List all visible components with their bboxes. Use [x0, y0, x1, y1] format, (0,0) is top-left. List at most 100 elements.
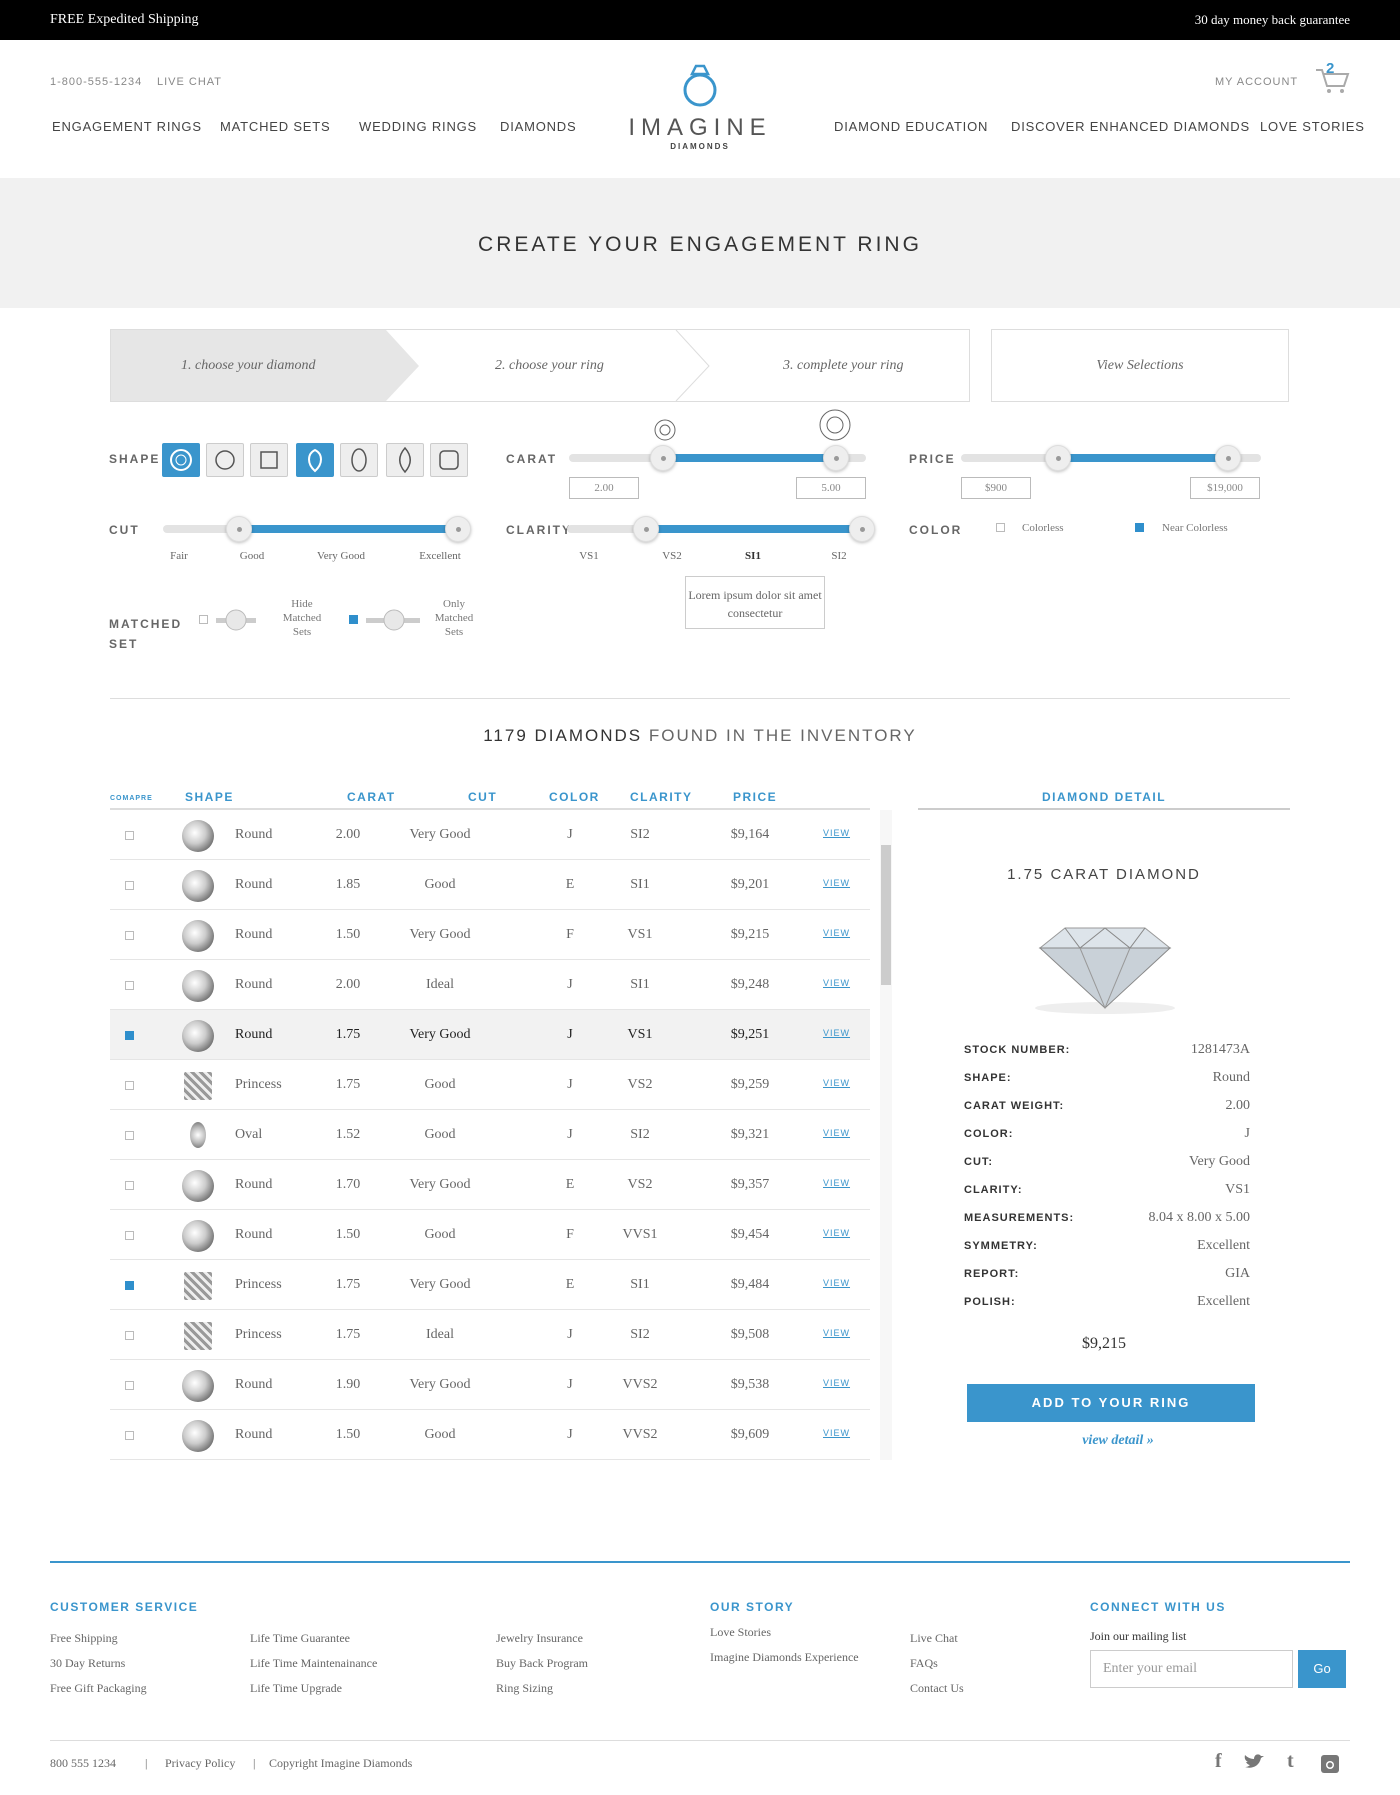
view-link[interactable]: VIEW — [823, 1128, 850, 1138]
carat-min-input[interactable]: 2.00 — [569, 477, 639, 499]
table-row[interactable]: Princess 1.75 Good J VS2 $9,259 VIEW — [110, 1060, 870, 1110]
color-header[interactable]: COLOR — [549, 790, 600, 804]
footer-link[interactable]: 30 Day Returns — [50, 1656, 125, 1671]
only-matched-checkbox[interactable] — [349, 615, 358, 624]
clarity-header[interactable]: CLARITY — [630, 790, 693, 804]
price-min-input[interactable]: $900 — [961, 477, 1031, 499]
nav-enhanced-diamonds[interactable]: DISCOVER ENHANCED DIAMONDS — [1011, 119, 1250, 134]
table-row[interactable]: Round 1.75 Very Good J VS1 $9,251 VIEW — [110, 1010, 870, 1060]
step-complete-ring[interactable]: 3. complete your ring — [783, 330, 904, 401]
carat-header[interactable]: CARAT — [347, 790, 396, 804]
view-link[interactable]: VIEW — [823, 1078, 850, 1088]
tumblr-icon[interactable]: t — [1287, 1750, 1294, 1773]
twitter-icon[interactable] — [1243, 1753, 1265, 1773]
colorless-checkbox[interactable] — [996, 523, 1005, 532]
shape-princess-button[interactable] — [250, 443, 288, 477]
footer-link[interactable]: Life Time Upgrade — [250, 1681, 342, 1696]
nav-wedding-rings[interactable]: WEDDING RINGS — [359, 119, 477, 134]
compare-checkbox[interactable] — [125, 1181, 134, 1190]
live-chat-link[interactable]: LIVE CHAT — [157, 76, 222, 88]
cut-min-handle[interactable] — [226, 516, 252, 542]
compare-checkbox[interactable] — [125, 981, 134, 990]
shape-header[interactable]: SHAPE — [185, 790, 234, 804]
footer-link[interactable]: Buy Back Program — [496, 1656, 588, 1671]
compare-checkbox[interactable] — [125, 1431, 134, 1440]
table-row[interactable]: Round 1.85 Good E SI1 $9,201 VIEW — [110, 860, 870, 910]
footer-link[interactable]: Jewelry Insurance — [496, 1631, 583, 1646]
compare-checkbox[interactable] — [125, 831, 134, 840]
add-to-ring-button[interactable]: ADD TO YOUR RING — [967, 1384, 1255, 1422]
view-link[interactable]: VIEW — [823, 878, 850, 888]
footer-link[interactable]: Contact Us — [910, 1681, 964, 1696]
shape-asscher-button[interactable] — [430, 443, 468, 477]
footer-link[interactable]: Ring Sizing — [496, 1681, 553, 1696]
price-max-input[interactable]: $19,000 — [1190, 477, 1260, 499]
footer-link[interactable]: Life Time Guarantee — [250, 1631, 350, 1646]
nav-matched-sets[interactable]: MATCHED SETS — [220, 119, 330, 134]
table-row[interactable]: Round 1.50 Very Good F VS1 $9,215 VIEW — [110, 910, 870, 960]
nav-diamonds[interactable]: DIAMONDS — [500, 119, 576, 134]
table-row[interactable]: Round 1.70 Very Good E VS2 $9,357 VIEW — [110, 1160, 870, 1210]
compare-checkbox[interactable] — [125, 1381, 134, 1390]
table-scrollbar[interactable] — [880, 810, 892, 1460]
footer-link[interactable]: FAQs — [910, 1656, 938, 1671]
near-colorless-checkbox[interactable] — [1135, 523, 1144, 532]
ring-logo-icon[interactable] — [680, 62, 720, 108]
view-selections-button[interactable]: View Selections — [991, 329, 1289, 402]
carat-min-handle[interactable] — [650, 445, 676, 471]
carat-max-handle[interactable] — [823, 445, 849, 471]
footer-link[interactable]: Live Chat — [910, 1631, 958, 1646]
go-button[interactable]: Go — [1298, 1650, 1346, 1688]
view-detail-link[interactable]: view detail » — [918, 1433, 1318, 1449]
price-min-handle[interactable] — [1045, 445, 1071, 471]
compare-checkbox[interactable] — [125, 1331, 134, 1340]
step-choose-ring[interactable]: 2. choose your ring — [495, 330, 604, 401]
view-link[interactable]: VIEW — [823, 1178, 850, 1188]
compare-checkbox[interactable] — [125, 931, 134, 940]
shape-pear-button[interactable] — [296, 443, 334, 477]
carat-max-input[interactable]: 5.00 — [796, 477, 866, 499]
table-row[interactable]: Round 2.00 Ideal J SI1 $9,248 VIEW — [110, 960, 870, 1010]
table-row[interactable]: Oval 1.52 Good J SI2 $9,321 VIEW — [110, 1110, 870, 1160]
clarity-max-handle[interactable] — [849, 516, 875, 542]
email-input[interactable]: Enter your email — [1090, 1650, 1293, 1688]
view-link[interactable]: VIEW — [823, 1228, 850, 1238]
cut-header[interactable]: CUT — [468, 790, 497, 804]
view-link[interactable]: VIEW — [823, 1378, 850, 1388]
shape-cushion-button[interactable] — [206, 443, 244, 477]
table-row[interactable]: Round 1.90 Very Good J VVS2 $9,538 VIEW — [110, 1360, 870, 1410]
view-link[interactable]: VIEW — [823, 1278, 850, 1288]
cart-icon[interactable]: 2 — [1314, 60, 1350, 96]
table-row[interactable]: Princess 1.75 Very Good E SI1 $9,484 VIEW — [110, 1260, 870, 1310]
view-link[interactable]: VIEW — [823, 828, 850, 838]
footer-link[interactable]: Life Time Maintenainance — [250, 1656, 377, 1671]
compare-checkbox[interactable] — [125, 1131, 134, 1140]
phone-link[interactable]: 1-800-555-1234 — [50, 76, 142, 88]
facebook-icon[interactable]: f — [1215, 1750, 1222, 1773]
view-link[interactable]: VIEW — [823, 1028, 850, 1038]
compare-checkbox[interactable] — [125, 1031, 134, 1040]
price-max-handle[interactable] — [1215, 445, 1241, 471]
compare-checkbox[interactable] — [125, 1231, 134, 1240]
instagram-icon[interactable] — [1320, 1754, 1340, 1774]
hide-matched-checkbox[interactable] — [199, 615, 208, 624]
footer-link[interactable]: Free Shipping — [50, 1631, 118, 1646]
shape-marquise-button[interactable] — [386, 443, 424, 477]
footer-link[interactable]: Love Stories — [710, 1625, 771, 1640]
view-link[interactable]: VIEW — [823, 1328, 850, 1338]
my-account-link[interactable]: MY ACCOUNT — [1215, 76, 1298, 88]
table-row[interactable]: Princess 1.75 Ideal J SI2 $9,508 VIEW — [110, 1310, 870, 1360]
compare-checkbox[interactable] — [125, 1081, 134, 1090]
step-choose-diamond[interactable]: 1. choose your diamond — [181, 330, 316, 401]
compare-checkbox[interactable] — [125, 881, 134, 890]
nav-diamond-education[interactable]: DIAMOND EDUCATION — [834, 119, 988, 134]
cut-max-handle[interactable] — [445, 516, 471, 542]
price-header[interactable]: PRICE — [733, 790, 777, 804]
clarity-min-handle[interactable] — [633, 516, 659, 542]
view-link[interactable]: VIEW — [823, 1428, 850, 1438]
scrollbar-thumb[interactable] — [881, 845, 891, 985]
view-link[interactable]: VIEW — [823, 928, 850, 938]
table-row[interactable]: Round 1.50 Good J VVS2 $9,609 VIEW — [110, 1410, 870, 1460]
footer-link[interactable]: Imagine Diamonds Experience — [710, 1650, 859, 1665]
footer-link[interactable]: Free Gift Packaging — [50, 1681, 147, 1696]
